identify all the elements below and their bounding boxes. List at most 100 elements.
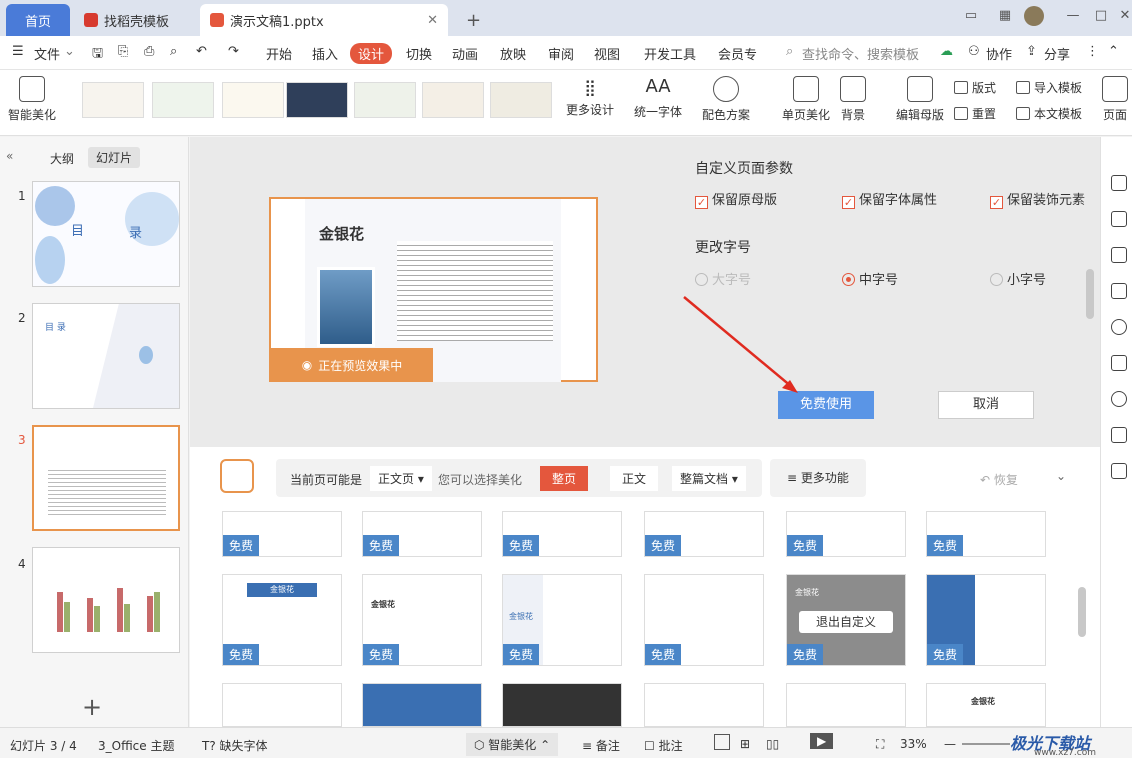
design-thumb-2[interactable] (152, 82, 214, 118)
redo-icon[interactable]: ↷ (228, 44, 239, 59)
rocket-icon[interactable] (1111, 175, 1127, 191)
template-card[interactable] (222, 683, 342, 727)
single-page-button[interactable]: 单页美化 (782, 76, 830, 123)
template-card[interactable]: 免费 (644, 511, 764, 557)
chevron-down-icon[interactable]: ⌄ (64, 44, 75, 59)
template-card[interactable]: 免费 (644, 574, 764, 666)
template-card[interactable] (502, 683, 622, 727)
slide-thumb-1[interactable]: 目 录 (32, 181, 180, 287)
zoom-out-button[interactable]: — (944, 737, 956, 751)
expand-icon[interactable]: ⌄ (1056, 469, 1066, 483)
save-icon[interactable]: 🖫 (92, 44, 103, 66)
design-thumb-7[interactable] (490, 82, 552, 118)
avatar[interactable] (1024, 6, 1044, 26)
new-tab-button[interactable]: + (456, 4, 491, 36)
zoom-level[interactable]: 33% (900, 737, 927, 751)
template-card[interactable]: 免费 (362, 511, 482, 557)
image-icon[interactable] (1111, 355, 1127, 371)
exit-custom-button[interactable]: 退出自定义 (799, 611, 893, 633)
missing-font-button[interactable]: T? 缺失字体 (202, 737, 268, 754)
template-card[interactable]: 金银花 免费 (222, 574, 342, 666)
zoom-slider[interactable] (962, 743, 1010, 745)
menu-file[interactable]: 文件 (34, 44, 60, 63)
collapse-panel-icon[interactable]: « (6, 149, 13, 163)
page-button[interactable]: 页面 (1102, 76, 1128, 123)
restore-button[interactable]: ↶ 恢复 (980, 471, 1018, 488)
menu-slideshow[interactable]: 放映 (500, 44, 526, 63)
menu-animation[interactable]: 动画 (452, 44, 478, 63)
normal-view-icon[interactable] (714, 734, 730, 750)
collab-button[interactable]: 协作 (986, 44, 1012, 63)
menu-member[interactable]: 会员专 (718, 44, 757, 63)
template-card[interactable]: 免费 (502, 511, 622, 557)
grid-icon[interactable]: ▦ (994, 6, 1016, 26)
more-icon[interactable]: ⋮ (1086, 44, 1099, 59)
close-tab-icon[interactable]: ✕ (427, 13, 438, 28)
template-card[interactable]: 免费 (222, 511, 342, 557)
template-card[interactable]: 免费 (786, 511, 906, 557)
color-scheme-button[interactable]: 配色方案 (702, 76, 750, 123)
menu-insert[interactable]: 插入 (312, 44, 338, 63)
export-icon[interactable]: ⎘ (118, 44, 128, 59)
tab-outline[interactable]: 大纲 (50, 150, 74, 167)
template-card[interactable] (644, 683, 764, 727)
menu-design[interactable]: 设计 (350, 43, 393, 64)
body-button[interactable]: 正文 (610, 466, 659, 491)
menu-devtools[interactable]: 开发工具 (644, 44, 696, 63)
cloud-icon[interactable]: ☁ (940, 44, 953, 59)
print-icon[interactable]: ⎙ (144, 44, 154, 59)
reset-button[interactable]: 重置 (954, 105, 996, 122)
add-slide-button[interactable]: + (82, 693, 102, 721)
maximize-button[interactable]: □ (1090, 6, 1112, 26)
grid-view-icon[interactable]: ⊞ (740, 737, 750, 751)
comment-button[interactable]: ☐ 批注 (644, 737, 683, 754)
template-card[interactable]: 金银花 (926, 683, 1046, 727)
more-design-button[interactable]: ⣿ 更多设计 (566, 78, 614, 118)
undo-icon[interactable]: ↶ (196, 44, 207, 59)
copy-icon[interactable] (1111, 283, 1127, 299)
fit-icon[interactable]: ⛶ (876, 737, 884, 752)
design-thumb-5[interactable] (354, 82, 416, 118)
unify-font-button[interactable]: AA 统一字体 (634, 76, 682, 120)
tab-slides[interactable]: 幻灯片 (88, 147, 141, 168)
template-card[interactable] (362, 683, 482, 727)
full-doc-select[interactable]: 整篇文档 ▾ (672, 466, 746, 491)
tab-daoke[interactable]: 找稻壳模板 (74, 4, 196, 36)
import-template-button[interactable]: 导入模板 (1016, 79, 1082, 96)
collapse-icon[interactable]: ⌃ (1108, 44, 1119, 59)
help-icon[interactable] (1111, 319, 1127, 335)
smart-beautify-status-button[interactable]: ⬡ 智能美化 ⌃ (466, 733, 559, 756)
share-button[interactable]: 分享 (1044, 44, 1070, 63)
compass-icon[interactable] (1111, 391, 1127, 407)
smart-beautify-button[interactable]: 智能美化 (8, 76, 56, 123)
play-icon[interactable]: ▶ (810, 733, 834, 749)
tab-document[interactable]: 演示文稿1.pptx ✕ (200, 4, 448, 36)
whole-page-button[interactable]: 整页 (540, 466, 589, 491)
edit-master-button[interactable]: 编辑母版 (896, 76, 944, 123)
slide-thumb-4[interactable] (32, 547, 180, 653)
tab-home[interactable]: 首页 (6, 4, 70, 36)
notes-button[interactable]: ≡ 备注 (582, 737, 620, 754)
hamburger-icon[interactable]: ☰ (12, 44, 24, 59)
template-card[interactable]: 免费 (926, 574, 1046, 666)
style-icon[interactable] (1111, 211, 1127, 227)
menu-review[interactable]: 审阅 (548, 44, 574, 63)
template-card[interactable]: 金银花 免费 (502, 574, 622, 666)
grid-scrollbar[interactable] (1078, 587, 1086, 637)
slide-thumb-2[interactable]: 目 录 (32, 303, 180, 409)
page-type-select[interactable]: 正文页 ▾ (370, 466, 432, 491)
menu-view[interactable]: 视图 (594, 44, 620, 63)
design-thumb-4[interactable] (286, 82, 348, 118)
minimize-button[interactable]: — (1062, 6, 1084, 26)
background-button[interactable]: 背景 (840, 76, 866, 123)
template-card[interactable]: 金银花 免费 (362, 574, 482, 666)
design-thumb-6[interactable] (422, 82, 484, 118)
close-window-button[interactable]: ✕ (1114, 6, 1132, 26)
preview-icon[interactable]: ⌕ (170, 44, 177, 59)
layout-button[interactable]: 版式 (954, 79, 996, 96)
book-icon[interactable] (1111, 427, 1127, 443)
design-thumb-3[interactable] (222, 82, 284, 118)
search-input[interactable]: 查找命令、搜索模板 (802, 44, 919, 63)
star-icon[interactable] (1111, 247, 1127, 263)
design-thumb-1[interactable] (82, 82, 144, 118)
